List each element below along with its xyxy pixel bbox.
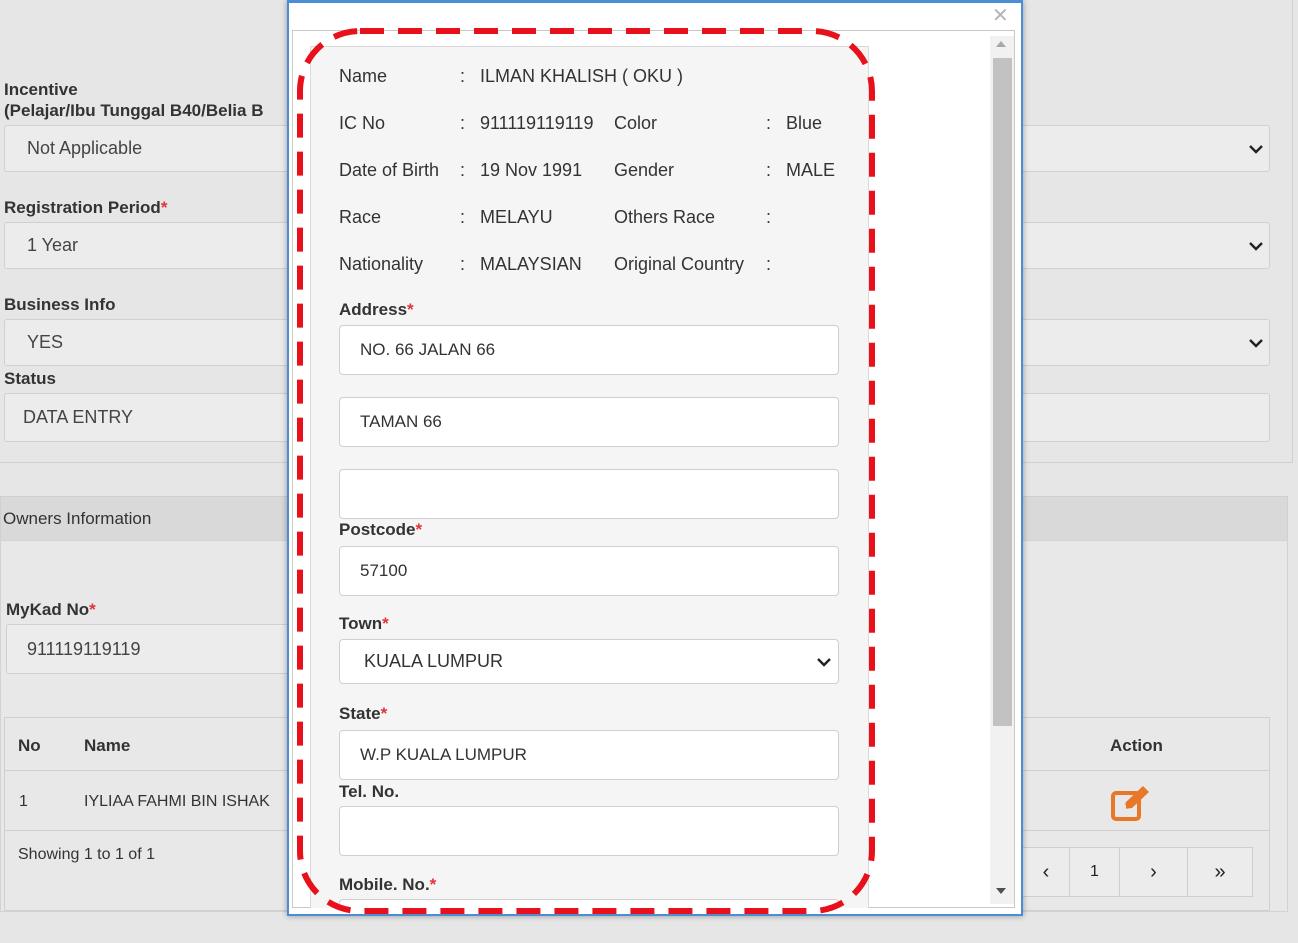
- colon: :: [460, 254, 466, 274]
- town-select[interactable]: KUALA LUMPUR: [339, 639, 839, 684]
- status-value: DATA ENTRY: [23, 407, 134, 427]
- status-label: Status: [4, 369, 56, 388]
- col-header-action: Action: [1110, 736, 1163, 755]
- race-label: Race: [339, 207, 382, 227]
- chevron-down-icon: [1249, 242, 1263, 251]
- mykad-input[interactable]: 911119119119: [6, 624, 306, 674]
- scroll-down-arrow-icon[interactable]: [995, 886, 1007, 896]
- chevron-down-icon: [1249, 339, 1263, 348]
- town-label: Town*: [339, 614, 389, 633]
- col-header-name[interactable]: Name: [84, 736, 130, 756]
- name-value: ILMAN KHALISH ( OKU ): [480, 66, 684, 86]
- state-input[interactable]: W.P KUALA LUMPUR: [339, 730, 839, 780]
- colon: :: [766, 207, 772, 227]
- postcode-input[interactable]: 57100: [339, 546, 839, 596]
- address-line-1-input[interactable]: NO. 66 JALAN 66: [339, 325, 839, 375]
- pager-prev-button[interactable]: ‹: [1022, 847, 1070, 897]
- mobile-label: Mobile. No.*: [339, 875, 437, 894]
- address-label: Address*: [339, 300, 414, 319]
- row-name: IYLIAA FAHMI BIN ISHAK: [84, 793, 270, 810]
- colon: :: [460, 66, 466, 86]
- incentive-select-value: Not Applicable: [27, 138, 143, 158]
- ic-value: 911119119119: [480, 113, 594, 133]
- colon: :: [766, 254, 772, 274]
- incentive-sublabel: (Pelajar/Ibu Tunggal B40/Belia B: [4, 101, 264, 120]
- tel-input[interactable]: [339, 806, 839, 856]
- colon: :: [460, 207, 466, 227]
- colon: :: [766, 160, 772, 180]
- mykad-value: 911119119119: [27, 638, 141, 659]
- gender-label: Gender: [614, 160, 675, 180]
- original-country-label: Original Country: [614, 254, 745, 274]
- nationality-value: MALAYSIAN: [480, 254, 582, 274]
- pager-last-button[interactable]: »: [1187, 847, 1253, 897]
- color-value: Blue: [786, 113, 823, 133]
- ic-label: IC No: [339, 113, 386, 133]
- registration-period-value: 1 Year: [27, 235, 79, 255]
- close-icon[interactable]: ✕: [992, 6, 1009, 26]
- colon: :: [460, 113, 466, 133]
- others-race-label: Others Race: [614, 207, 716, 227]
- business-info-label: Business Info: [4, 295, 116, 314]
- mykad-label: MyKad No*: [6, 600, 96, 619]
- dob-label: Date of Birth: [339, 160, 440, 180]
- pager-next-button[interactable]: ›: [1119, 847, 1188, 897]
- showing-entries-text: Showing 1 to 1 of 1: [18, 846, 155, 863]
- registration-period-label: Registration Period*: [4, 198, 168, 217]
- town-select-value: KUALA LUMPUR: [364, 651, 504, 671]
- colon: :: [766, 113, 772, 133]
- mobile-input[interactable]: [339, 899, 839, 908]
- chevron-down-icon: [1249, 145, 1263, 154]
- incentive-label: Incentive: [4, 80, 78, 99]
- postcode-label: Postcode*: [339, 520, 423, 539]
- tel-label: Tel. No.: [339, 782, 400, 801]
- name-label: Name: [339, 66, 388, 86]
- modal-top-bar: [287, 0, 1023, 3]
- color-label: Color: [614, 113, 658, 133]
- race-value: MELAYU: [480, 207, 553, 227]
- nationality-label: Nationality: [339, 254, 424, 274]
- scroll-up-arrow-icon[interactable]: [995, 39, 1007, 49]
- chevron-down-icon: [817, 658, 831, 667]
- edit-icon[interactable]: [1110, 785, 1152, 821]
- row-no: 1: [19, 793, 28, 810]
- pager-page-1[interactable]: 1: [1069, 847, 1120, 897]
- state-label: State*: [339, 704, 388, 723]
- address-line-3-input[interactable]: [339, 469, 839, 519]
- gender-value: MALE: [786, 160, 836, 180]
- address-line-2-input[interactable]: TAMAN 66: [339, 397, 839, 447]
- col-header-no[interactable]: No: [18, 736, 41, 756]
- modal-scrollbar-thumb[interactable]: [993, 58, 1012, 726]
- colon: :: [460, 160, 466, 180]
- business-info-value: YES: [27, 332, 64, 352]
- dob-value: 19 Nov 1991: [480, 160, 583, 180]
